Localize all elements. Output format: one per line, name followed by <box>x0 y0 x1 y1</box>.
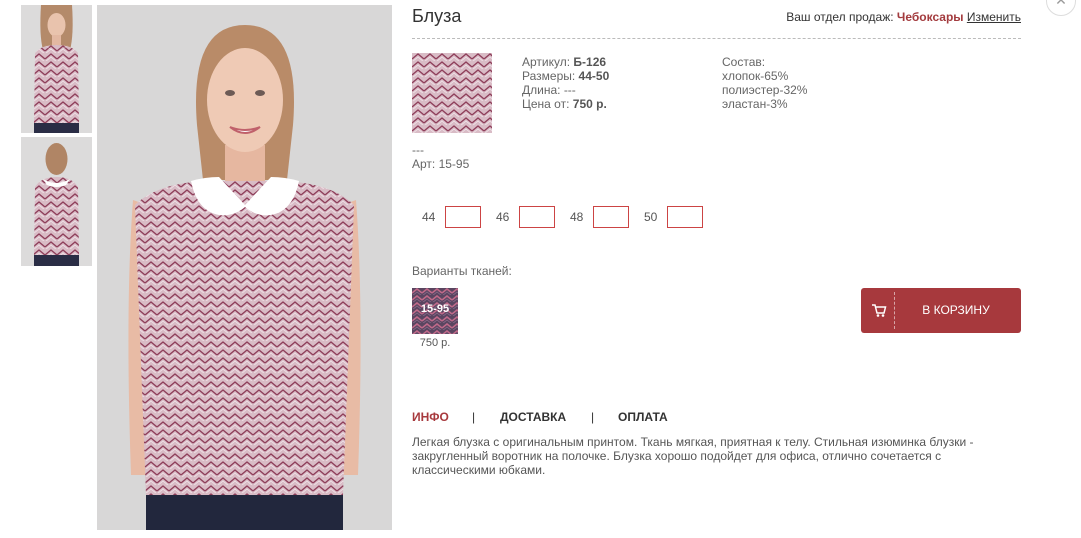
size-46: 46 <box>496 206 555 228</box>
spec-sizes-label: Размеры: <box>522 69 579 83</box>
composition-title: Состав: <box>722 55 766 69</box>
fabric-variant-code: 15-95 <box>420 303 450 315</box>
fabric-article: Арт: 15-95 <box>412 157 470 171</box>
size-label: 50 <box>644 210 658 224</box>
change-department-link[interactable]: Изменить <box>967 10 1021 24</box>
spec-length-value: --- <box>563 83 576 97</box>
model-front-thumb-image <box>21 5 92 133</box>
product-title: Блуза <box>412 6 462 26</box>
add-to-cart-label: В КОРЗИНУ <box>922 303 990 317</box>
fabric-swatch <box>412 53 492 133</box>
size-label: 44 <box>422 210 436 224</box>
main-product-photo[interactable] <box>97 5 392 530</box>
spec-sizes-value: 44-50 <box>578 69 610 83</box>
size-44: 44 <box>422 206 481 228</box>
spec-sku: Артикул: Б-126 <box>522 55 609 69</box>
sales-department-city: Чебоксары <box>896 10 964 24</box>
size-48-quantity-input[interactable] <box>593 206 629 228</box>
cart-button-divider <box>894 292 895 329</box>
composition-item: полиэстер-32% <box>722 83 808 97</box>
tab-info[interactable]: ИНФО <box>412 410 449 424</box>
spec-price: Цена от: 750 р. <box>522 97 609 111</box>
composition-item: эластан-3% <box>722 97 788 111</box>
size-50-quantity-input[interactable] <box>667 206 703 228</box>
spec-length-label: Длина: <box>522 83 564 97</box>
spec-sizes: Размеры: 44-50 <box>522 69 609 83</box>
fabric-variants-label: Варианты тканей: <box>412 264 512 278</box>
product-specs: Артикул: Б-126 Размеры: 44-50 Длина: ---… <box>522 55 609 111</box>
model-back-thumb-image <box>21 137 92 266</box>
spec-price-value: 750 р. <box>572 97 607 111</box>
fabric-variant-price: 750 р. <box>419 337 451 349</box>
size-label: 48 <box>570 210 584 224</box>
thumbnail-front[interactable] <box>21 5 92 133</box>
tab-payment[interactable]: ОПЛАТА <box>618 410 668 424</box>
fabric-variant-15-95[interactable]: 15-95 <box>412 288 458 334</box>
spec-sku-label: Артикул: <box>522 55 574 69</box>
size-50: 50 <box>644 206 703 228</box>
header-divider <box>412 38 1021 39</box>
spec-length: Длина: --- <box>522 83 609 97</box>
spec-sku-value: Б-126 <box>573 55 607 69</box>
close-button[interactable]: ✕ <box>1046 0 1076 16</box>
product-description: Легкая блузка с оригинальным принтом. Тк… <box>412 435 974 477</box>
fabric-swatch-image <box>412 53 492 133</box>
size-46-quantity-input[interactable] <box>519 206 555 228</box>
sales-department: Ваш отдел продаж: Чебоксары Изменить <box>786 10 1021 24</box>
composition: Состав: хлопок-65% полиэстер-32% эластан… <box>722 55 807 111</box>
size-label: 46 <box>496 210 510 224</box>
sales-department-label: Ваш отдел продаж: <box>786 10 897 24</box>
fabric-dash: --- <box>412 143 424 157</box>
tab-separator: | <box>591 410 595 424</box>
composition-item: хлопок-65% <box>722 69 789 83</box>
size-44-quantity-input[interactable] <box>445 206 481 228</box>
cart-icon <box>872 304 887 317</box>
add-to-cart-button[interactable]: В КОРЗИНУ <box>861 288 1021 333</box>
model-front-image <box>97 5 392 530</box>
tab-separator: | <box>472 410 476 424</box>
thumbnail-back[interactable] <box>21 137 92 266</box>
spec-price-label: Цена от: <box>522 97 573 111</box>
close-icon: ✕ <box>1055 0 1067 8</box>
tab-delivery[interactable]: ДОСТАВКА <box>500 410 566 424</box>
size-48: 48 <box>570 206 629 228</box>
